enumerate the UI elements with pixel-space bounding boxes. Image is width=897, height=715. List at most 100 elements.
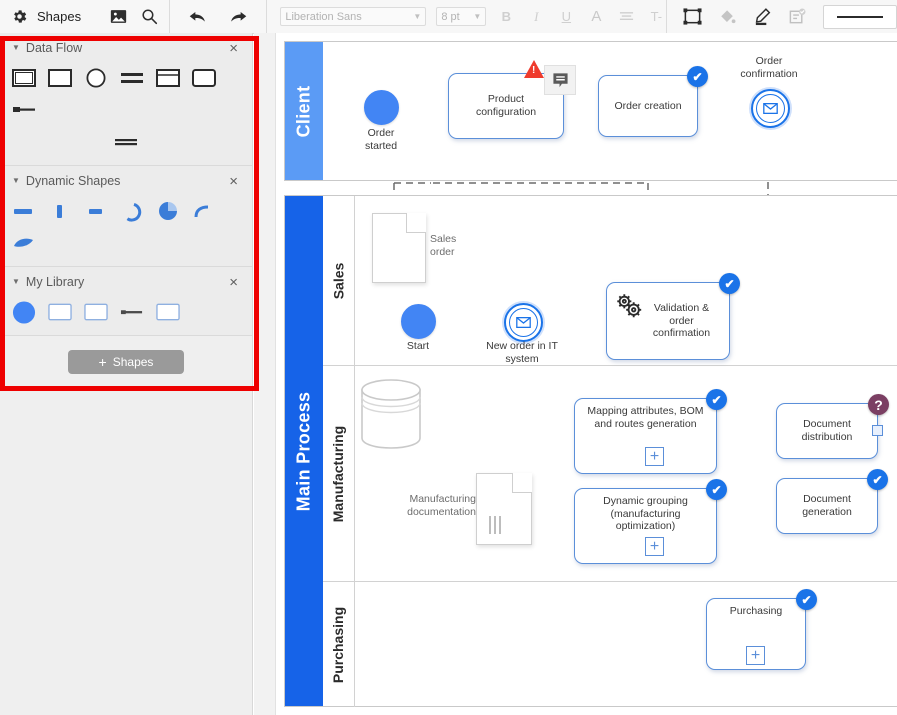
- font-color-button[interactable]: A: [586, 7, 606, 27]
- shape-small-bar[interactable]: [84, 200, 108, 222]
- shape-library-rect-3[interactable]: [156, 301, 180, 323]
- check-mark: ✔: [801, 592, 812, 607]
- check-badge-mapping[interactable]: ✔: [706, 389, 727, 410]
- search-icon[interactable]: [140, 7, 159, 26]
- section-body-my-library: [0, 297, 252, 335]
- gears-icon: [614, 291, 644, 326]
- warning-mark: !: [532, 65, 536, 76]
- comment-icon[interactable]: [544, 65, 576, 95]
- event-order-confirmation[interactable]: [751, 89, 790, 128]
- font-family-value: Liberation Sans: [285, 10, 362, 23]
- plus-icon: +: [649, 447, 660, 465]
- lane-header-purchasing: Purchasing: [323, 582, 355, 707]
- align-icon[interactable]: [616, 7, 636, 27]
- shape-leaf[interactable]: [12, 232, 36, 254]
- plus-icon: +: [649, 537, 660, 555]
- section-header-dynamic-shapes[interactable]: ▼ Dynamic Shapes ×: [0, 166, 252, 196]
- shape-bar-line[interactable]: [12, 99, 36, 121]
- section-body-data-flow: [0, 63, 252, 165]
- shape-rect-top-divider[interactable]: [156, 67, 180, 89]
- warning-badge-product-configuration[interactable]: !: [524, 60, 544, 78]
- check-mark: ✔: [692, 69, 703, 84]
- pen-line-color-icon[interactable]: [753, 7, 772, 26]
- chevron-down-icon: ▼: [12, 176, 20, 185]
- diagram-editor-window: Shapes Liberation Sans ▼ 8 pt ▼ B I U A …: [0, 0, 897, 715]
- close-icon[interactable]: ×: [229, 41, 238, 56]
- artifact-sales-order[interactable]: [372, 213, 426, 283]
- label-new-order-it: New order in IT system: [486, 340, 558, 365]
- text-format-button[interactable]: T-: [646, 7, 666, 27]
- chevron-down-icon: ▼: [12, 43, 20, 52]
- shape-vertical-bar[interactable]: [48, 200, 72, 222]
- italic-button[interactable]: I: [526, 7, 546, 27]
- shape-outline-icon[interactable]: [683, 7, 702, 26]
- shape-circle[interactable]: [84, 67, 108, 89]
- pool-label-main-process: Main Process: [293, 391, 314, 511]
- shapes-sidebar: ▼ Data Flow × ▼ Dynamic Shapes × ▼ My Li…: [0, 33, 253, 715]
- shapes-button-wrap: + Shapes: [0, 336, 252, 384]
- section-header-data-flow[interactable]: ▼ Data Flow ×: [0, 33, 252, 63]
- question-badge-document-distribution[interactable]: ?: [868, 394, 889, 415]
- event-new-order-it[interactable]: [504, 303, 543, 342]
- line-style-preview: [837, 15, 883, 18]
- shape-library-rect-2[interactable]: [84, 301, 108, 323]
- shape-thin-double-line[interactable]: [12, 131, 240, 153]
- event-order-started[interactable]: [364, 90, 399, 125]
- section-my-library: ▼ My Library ×: [0, 267, 252, 335]
- fill-bucket-icon[interactable]: [718, 7, 737, 26]
- check-badge-document-generation[interactable]: ✔: [867, 469, 888, 490]
- label-manufacturing-documentation: Manufacturing documentation: [407, 493, 476, 518]
- shape-horizontal-bar[interactable]: [12, 200, 36, 222]
- question-mark: ?: [874, 396, 883, 413]
- font-family-select[interactable]: Liberation Sans ▼: [280, 7, 427, 26]
- shape-library-rect-1[interactable]: [48, 301, 72, 323]
- subprocess-marker-mapping[interactable]: +: [645, 447, 664, 466]
- shape-rounded-rect[interactable]: [192, 67, 216, 89]
- task-document-generation[interactable]: Document generation: [776, 478, 878, 534]
- subprocess-marker-grouping[interactable]: +: [645, 537, 664, 556]
- style-check-icon[interactable]: [788, 7, 807, 26]
- event-start[interactable]: [401, 304, 436, 339]
- shape-double-rect[interactable]: [12, 67, 36, 89]
- shape-connector-line[interactable]: [120, 301, 144, 323]
- artifact-manufacturing-documentation[interactable]: [476, 473, 532, 545]
- shape-rect[interactable]: [48, 67, 72, 89]
- close-icon[interactable]: ×: [229, 174, 238, 189]
- section-header-my-library[interactable]: ▼ My Library ×: [0, 267, 252, 297]
- lane-header-sales: Sales: [323, 196, 355, 365]
- font-size-select[interactable]: 8 pt ▼: [436, 7, 487, 26]
- lane-label-sales: Sales: [330, 262, 347, 299]
- shape-pie-slice[interactable]: [156, 200, 180, 222]
- chevron-down-icon: ▼: [413, 12, 422, 21]
- check-badge-grouping[interactable]: ✔: [706, 479, 727, 500]
- connection-handle[interactable]: [872, 425, 883, 436]
- shape-two-lines[interactable]: [120, 67, 144, 89]
- check-badge-purchasing[interactable]: ✔: [796, 589, 817, 610]
- shape-blue-circle[interactable]: [12, 300, 36, 324]
- subprocess-marker-purchasing[interactable]: +: [746, 646, 765, 665]
- add-shapes-button[interactable]: + Shapes: [68, 350, 184, 374]
- shape-format-group: [667, 4, 897, 29]
- section-title: Dynamic Shapes: [25, 174, 121, 188]
- panel-title: Shapes: [37, 9, 82, 24]
- image-icon[interactable]: [109, 7, 128, 26]
- redo-icon[interactable]: [229, 7, 248, 26]
- task-document-distribution[interactable]: Document distribution: [776, 403, 878, 459]
- undo-icon[interactable]: [188, 7, 207, 26]
- lane-label-purchasing: Purchasing: [330, 606, 347, 683]
- line-style-select[interactable]: [823, 4, 897, 29]
- underline-button[interactable]: U: [556, 7, 576, 27]
- bold-button[interactable]: B: [496, 7, 516, 27]
- diagram-canvas[interactable]: Client Main Process Sales Manufacturing: [254, 33, 897, 715]
- task-order-creation[interactable]: Order creation: [598, 75, 698, 137]
- artifact-database[interactable]: [359, 378, 423, 455]
- check-badge-validation[interactable]: ✔: [719, 273, 740, 294]
- check-badge-order-creation[interactable]: ✔: [687, 66, 708, 87]
- gear-icon[interactable]: [10, 8, 28, 26]
- pool-header-client: Client: [285, 42, 323, 180]
- shape-curve[interactable]: [192, 200, 216, 222]
- pool-header-main-process: Main Process: [285, 196, 323, 706]
- shape-arc-ring[interactable]: [120, 200, 144, 222]
- close-icon[interactable]: ×: [229, 275, 238, 290]
- panel-toolbar-icons: [109, 7, 169, 26]
